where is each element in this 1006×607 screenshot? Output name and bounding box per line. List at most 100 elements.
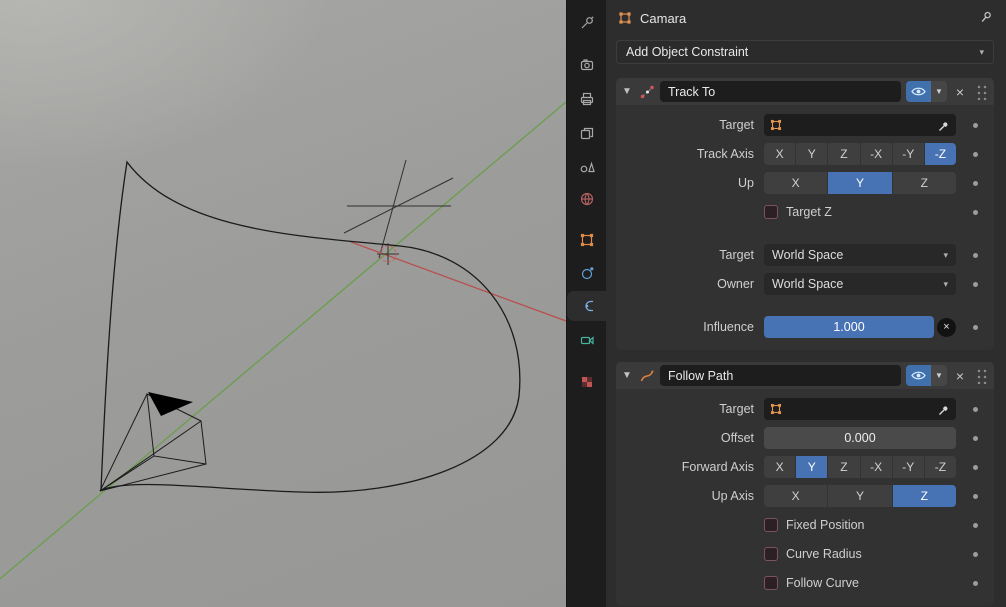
track-axis-z[interactable]: Z — [828, 143, 860, 165]
camera-object[interactable] — [99, 392, 207, 492]
curve-radius-label: Curve Radius — [786, 547, 862, 561]
tab-scene[interactable] — [567, 151, 607, 181]
eyedropper-icon[interactable] — [937, 119, 950, 132]
viewport-3d[interactable] — [0, 0, 566, 607]
texture-icon — [582, 377, 592, 387]
camera-data-icon — [580, 336, 594, 345]
tab-world[interactable] — [567, 184, 607, 214]
up-z[interactable]: Z — [892, 172, 956, 194]
tool-icon — [581, 16, 594, 29]
tab-constraints[interactable] — [567, 291, 607, 321]
target-object-field[interactable] — [764, 398, 956, 420]
object-properties-icon — [580, 233, 594, 247]
up-axis-label: Up Axis — [711, 489, 754, 503]
tab-physics[interactable] — [567, 258, 607, 288]
forward-axis-x[interactable]: X — [764, 456, 796, 478]
animate-dot[interactable] — [972, 493, 978, 499]
target-label: Target — [719, 402, 754, 416]
target-space-value: World Space — [772, 248, 844, 262]
target-z-label: Target Z — [786, 205, 832, 219]
tab-view-layer[interactable] — [567, 118, 607, 148]
animate-dot[interactable] — [972, 435, 978, 441]
curve-path-object[interactable] — [100, 160, 521, 493]
animate-dot[interactable] — [972, 180, 978, 186]
track-axis-neg-z[interactable]: -Z — [924, 143, 957, 165]
constraint-extras-chevron[interactable]: ▼ — [931, 365, 947, 386]
properties-editor: Camara Add Object Constraint ▾ ▼ Track T… — [606, 0, 1006, 607]
animate-dot[interactable] — [972, 464, 978, 470]
track-axis-x[interactable]: X — [764, 143, 796, 165]
animate-dot[interactable] — [972, 281, 978, 287]
target-object-field[interactable] — [764, 114, 956, 136]
up-axis-y[interactable]: Y — [828, 485, 892, 507]
influence-label: Influence — [703, 320, 754, 334]
track-axis-neg-y[interactable]: -Y — [892, 143, 924, 165]
pin-icon[interactable] — [978, 9, 994, 28]
constraint-enable-eye-toggle[interactable] — [906, 81, 931, 102]
target-label: Target — [719, 118, 754, 132]
owner-space-label: Owner — [717, 277, 754, 291]
constraint-name-field[interactable]: Follow Path — [660, 365, 901, 386]
target-z-checkbox[interactable] — [764, 205, 778, 219]
panel-drag-handle[interactable] — [975, 83, 988, 100]
offset-value-field[interactable]: 0.000 — [764, 427, 956, 449]
constraint-delete-button[interactable]: × — [952, 84, 968, 100]
tab-tool[interactable] — [567, 8, 607, 38]
tab-output[interactable] — [567, 84, 607, 114]
constraint-name-field[interactable]: Track To — [660, 81, 901, 102]
follow-curve-checkbox[interactable] — [764, 576, 778, 590]
animate-dot[interactable] — [972, 324, 978, 330]
animate-dot[interactable] — [972, 209, 978, 215]
forward-axis-y[interactable]: Y — [796, 456, 828, 478]
forward-axis-neg-z[interactable]: -Z — [924, 456, 957, 478]
influence-unlink-button[interactable]: × — [937, 317, 956, 337]
curve-radius-checkbox[interactable] — [764, 547, 778, 561]
world-icon — [580, 192, 594, 206]
track-to-constraint-icon — [640, 85, 654, 98]
forward-axis-neg-y[interactable]: -Y — [892, 456, 924, 478]
follow-path-panel-body: Target Offset 0.000 Forward Axis X Y Z -… — [616, 389, 994, 606]
up-x[interactable]: X — [764, 172, 828, 194]
constraint-extras-chevron[interactable]: ▼ — [931, 81, 947, 102]
add-object-constraint-button[interactable]: Add Object Constraint ▾ — [616, 40, 994, 64]
panel-drag-handle[interactable] — [975, 367, 988, 384]
up-y[interactable]: Y — [828, 172, 892, 194]
forward-axis-neg-x[interactable]: -X — [860, 456, 892, 478]
eye-icon — [911, 371, 926, 380]
eye-icon — [911, 87, 926, 96]
constraint-enable-eye-toggle[interactable] — [906, 365, 931, 386]
owner-space-dropdown[interactable]: World Space ▾ — [764, 273, 956, 295]
animate-dot[interactable] — [972, 122, 978, 128]
constraint-delete-button[interactable]: × — [952, 368, 968, 384]
target-space-label: Target — [719, 248, 754, 262]
track-axis-neg-x[interactable]: -X — [860, 143, 892, 165]
track-to-panel-header[interactable]: ▼ Track To ▼ × — [616, 78, 994, 105]
up-axis-x[interactable]: X — [764, 485, 828, 507]
animate-dot[interactable] — [972, 551, 978, 557]
animate-dot[interactable] — [972, 151, 978, 157]
up-axis-z[interactable]: Z — [892, 485, 956, 507]
follow-path-constraint-icon — [640, 370, 654, 381]
animate-dot[interactable] — [972, 580, 978, 586]
target-space-dropdown[interactable]: World Space ▾ — [764, 244, 956, 266]
animate-dot[interactable] — [972, 252, 978, 258]
follow-path-panel-header[interactable]: ▼ Follow Path ▼ × — [616, 362, 994, 389]
eyedropper-icon[interactable] — [937, 403, 950, 416]
empty-axes-object[interactable] — [343, 159, 454, 265]
tab-object[interactable] — [567, 225, 607, 255]
track-to-panel: ▼ Track To ▼ × Target Track Axis X Y Z -… — [616, 78, 994, 350]
chevron-down-icon: ▾ — [943, 249, 948, 260]
track-axis-y[interactable]: Y — [796, 143, 828, 165]
follow-path-panel: ▼ Follow Path ▼ × Target Offset 0.000 Fo… — [616, 362, 994, 606]
tab-object-data[interactable] — [567, 325, 607, 355]
influence-slider[interactable]: 1.000 — [764, 316, 934, 338]
fixed-position-checkbox[interactable] — [764, 518, 778, 532]
object-name: Camara — [640, 10, 687, 26]
tab-texture[interactable] — [567, 367, 607, 397]
forward-axis-z[interactable]: Z — [828, 456, 860, 478]
animate-dot[interactable] — [972, 522, 978, 528]
animate-dot[interactable] — [972, 406, 978, 412]
panel-expand-chevron[interactable]: ▼ — [622, 86, 634, 97]
tab-render[interactable] — [567, 50, 607, 80]
panel-expand-chevron[interactable]: ▼ — [622, 370, 634, 381]
